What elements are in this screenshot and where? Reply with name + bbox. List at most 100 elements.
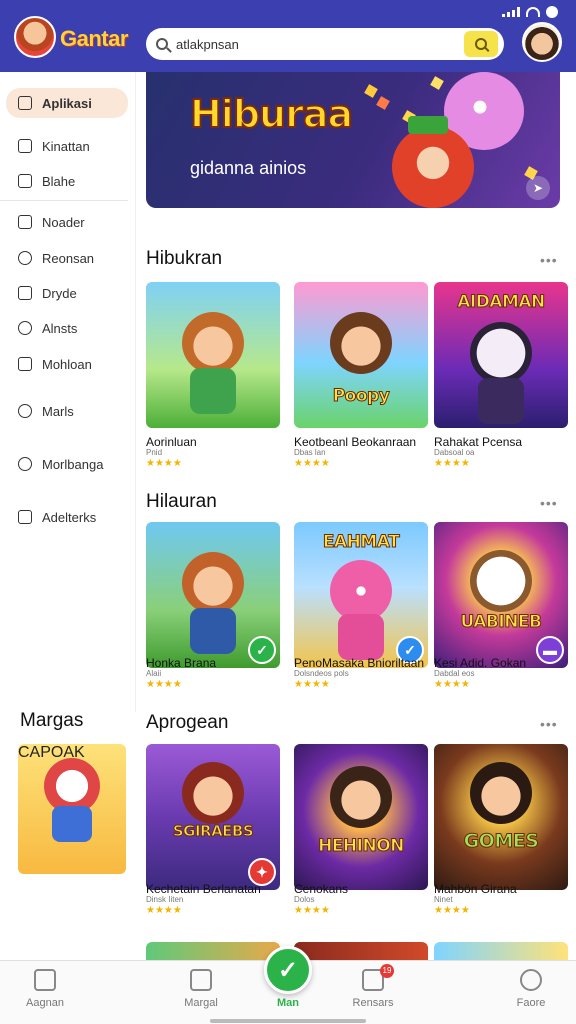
game-card[interactable]: ✓: [146, 522, 280, 668]
game-title[interactable]: Honka Brana: [146, 656, 280, 670]
play-icon[interactable]: ➤: [526, 176, 550, 200]
character-art: [338, 614, 384, 660]
game-title[interactable]: Keotbeanl Beokanraan: [294, 435, 428, 449]
character-art: [190, 368, 236, 414]
character-art: [470, 550, 532, 612]
game-title[interactable]: Mahbön Girana: [434, 882, 568, 896]
game-title[interactable]: Kesi Adid. Gokan: [434, 656, 568, 670]
profile-avatar[interactable]: [522, 22, 562, 62]
game-title[interactable]: Kechetain Berlanatan: [146, 882, 280, 896]
folder-icon: [18, 215, 32, 229]
game-card[interactable]: UABINEB ▬: [434, 522, 568, 668]
sidebar-item-label: Noader: [42, 214, 85, 230]
sidebar-divider: [0, 200, 128, 201]
nav-item-profile[interactable]: Faore: [486, 961, 576, 1024]
nav-center-button[interactable]: ✓: [264, 946, 312, 994]
game-art-text: AIDAMAN: [457, 292, 546, 313]
app-logo-icon[interactable]: [14, 16, 56, 58]
game-subtitle: Pnid: [146, 448, 163, 457]
image-icon: [18, 510, 32, 524]
sidebar-item-label: Aplikasi: [42, 95, 92, 111]
sidebar-item-marls[interactable]: Marls: [6, 396, 128, 426]
chart-icon: [18, 357, 32, 371]
character-art: [190, 608, 236, 654]
sidebar-item-label: Dryde: [42, 285, 77, 301]
bear-character-art: [392, 126, 474, 208]
search-icon: [475, 38, 487, 50]
home-indicator[interactable]: [210, 1019, 366, 1023]
rating-stars: ★★★★: [146, 905, 182, 916]
character-art: [478, 378, 524, 424]
sidebar-item-dryde[interactable]: Dryde: [6, 278, 128, 308]
character-art: [182, 762, 244, 824]
game-title[interactable]: PenoMasaka Bnioriltaan: [294, 656, 428, 670]
sidebar-item-label: Kinattan: [42, 138, 90, 154]
game-card[interactable]: EAHMAT ✓: [294, 522, 428, 668]
nav-item-margal[interactable]: Margal: [156, 961, 246, 1024]
sidebar-item-label: Alnsts: [42, 320, 78, 336]
heart-icon: [18, 457, 32, 471]
sidebar-item-blahe[interactable]: Blahe: [6, 166, 128, 196]
game-title[interactable]: Rahakat Pcensa: [434, 435, 568, 449]
game-card[interactable]: HEHINON: [294, 744, 428, 890]
more-options-icon[interactable]: •••: [540, 252, 558, 268]
nav-label: Margal: [184, 997, 218, 1009]
sidebar-item-adelterks[interactable]: Adelterks: [6, 502, 128, 532]
chat-icon: [18, 321, 32, 335]
confetti: [430, 76, 444, 90]
sidebar-item-label: Marls: [42, 403, 74, 419]
sidebar-item-mohloan[interactable]: Mohloan: [6, 349, 128, 379]
sidebar-item-reonsan[interactable]: Reonsan: [6, 243, 128, 273]
sidebar-item-noader[interactable]: Noader: [6, 207, 128, 237]
nav-item-home[interactable]: Aagnan: [0, 961, 90, 1024]
sidebar-item-morlbanga[interactable]: Morlbanga: [6, 449, 128, 479]
game-card[interactable]: [146, 282, 280, 428]
game-subtitle: Dolsndeos pols: [294, 669, 349, 678]
sidebar-item-alnsts[interactable]: Alnsts: [6, 313, 128, 343]
game-art-text: SGIRAEBS: [172, 822, 254, 841]
character-art: [182, 552, 244, 614]
person-icon: [520, 969, 542, 991]
hero-banner[interactable]: Hiburaa gidanna ainios ➤: [146, 72, 560, 208]
game-card[interactable]: GOMES: [434, 744, 568, 890]
section-title: Aprogean: [146, 712, 229, 733]
game-card[interactable]: Poopy: [294, 282, 428, 428]
game-subtitle: Dbas lan: [294, 448, 326, 457]
search-bar[interactable]: [146, 28, 504, 60]
character-art: [182, 312, 244, 374]
featured-game-card[interactable]: CAPOAK: [18, 744, 126, 874]
home-icon: [34, 969, 56, 991]
check-icon: ✓: [277, 956, 299, 984]
search-icon: [156, 38, 168, 50]
home-icon: [18, 96, 32, 110]
character-art: [470, 762, 532, 824]
rating-stars: ★★★★: [294, 458, 330, 469]
notification-badge: 19: [380, 964, 394, 978]
game-subtitle: Ninet: [434, 895, 453, 904]
signal-icon: [502, 7, 520, 17]
sidebar-item-kinattan[interactable]: Kinattan: [6, 131, 128, 161]
character-art: [330, 312, 392, 374]
game-subtitle: Dabsoal oa: [434, 448, 475, 457]
more-options-icon[interactable]: •••: [540, 716, 558, 732]
game-art-text: UABINEB: [460, 612, 543, 633]
rating-stars: ★★★★: [146, 679, 182, 690]
confetti: [364, 84, 378, 98]
game-title[interactable]: Aorinluan: [146, 435, 280, 449]
sidebar-item-label: Blahe: [42, 173, 76, 189]
nav-item-rensars[interactable]: Rensars: [328, 961, 418, 1024]
screen-icon: [18, 174, 32, 188]
sidebar-item-aplikasi[interactable]: Aplikasi: [6, 88, 128, 118]
nav-label: Faore: [516, 997, 546, 1009]
search-submit-button[interactable]: [464, 31, 498, 57]
sidebar-item-label: Adelterks: [42, 509, 97, 525]
character-art: [52, 806, 92, 842]
character-art: [330, 560, 392, 622]
search-input[interactable]: [176, 36, 456, 52]
game-card[interactable]: AIDAMAN: [434, 282, 568, 428]
more-options-icon[interactable]: •••: [540, 495, 558, 511]
gamepad-icon: [18, 286, 32, 300]
game-title[interactable]: Cenokans: [294, 882, 428, 896]
game-card[interactable]: SGIRAEBS ✦: [146, 744, 280, 890]
sidebar-item-label: Morlbanga: [42, 456, 104, 472]
